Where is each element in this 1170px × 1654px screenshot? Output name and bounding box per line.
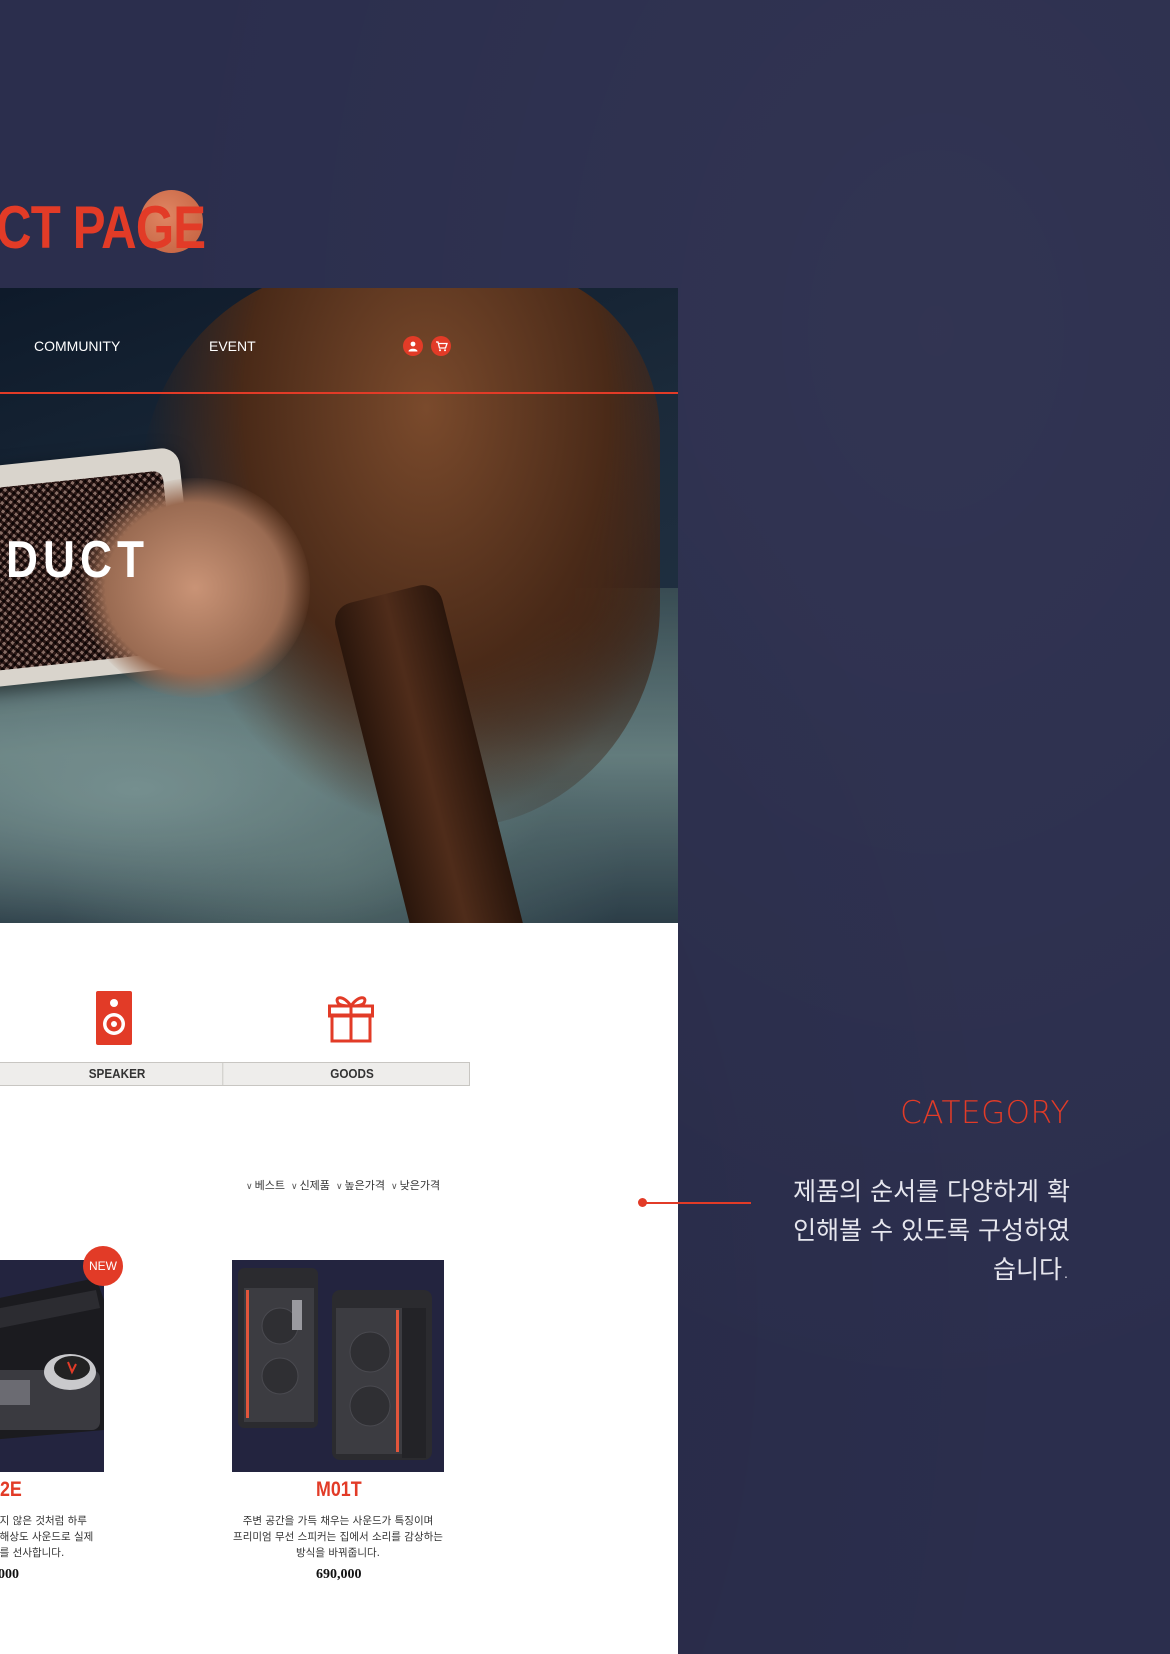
cart-icon[interactable] <box>431 336 451 356</box>
page-title: CT PAGE <box>0 194 206 261</box>
user-glyph <box>408 341 418 352</box>
tab-speaker[interactable]: SPEAKER <box>12 1063 224 1085</box>
page-mockup: DUCT COMMUNITY EVENT SPEAKER GOODS ∨ 베스트… <box>0 288 678 1654</box>
nav-item-community[interactable]: COMMUNITY <box>34 338 120 354</box>
description-line: 리를 선사합니다. <box>0 1547 65 1559</box>
annotation-line: 인해볼 수 있도록 구성하였 <box>793 1216 1070 1245</box>
description-line: 고해상도 사운드로 실제 <box>0 1531 94 1543</box>
description-line: 프리미엄 무선 스피커는 집에서 소리를 감상하는 <box>233 1531 443 1543</box>
annotation-title: CATEGORY <box>900 1095 1070 1131</box>
sort-new[interactable]: 신제품 <box>291 1177 330 1193</box>
description-line: 듣지 않은 것처럼 하루 <box>0 1515 87 1527</box>
category-tabs: SPEAKER GOODS <box>0 1062 470 1086</box>
product-description: 듣지 않은 것처럼 하루 고해상도 사운드로 실제 리를 선사합니다. <box>0 1513 96 1561</box>
hero-title: DUCT <box>6 531 150 589</box>
product-price: 690,000 <box>316 1567 362 1582</box>
nav-divider <box>0 392 678 394</box>
cart-glyph <box>435 341 448 352</box>
product-name[interactable]: 2E <box>0 1478 22 1502</box>
description-line: 방식을 바꿔줍니다. <box>296 1547 380 1559</box>
annotation-text: 제품의 순서를 다양하게 확 인해볼 수 있도록 구성하였 습니다. <box>760 1172 1070 1289</box>
sort-low-price[interactable]: 낮은가격 <box>391 1177 440 1193</box>
speaker-icon[interactable] <box>96 991 132 1049</box>
sort-best[interactable]: 베스트 <box>246 1177 285 1193</box>
product-description: 주변 공간을 가득 채우는 사운드가 특징이며 프리미엄 무선 스피커는 집에서… <box>232 1513 444 1561</box>
sort-high-price[interactable]: 높은가격 <box>336 1177 385 1193</box>
product-price: 000 <box>0 1567 19 1582</box>
top-navigation: COMMUNITY EVENT <box>0 288 678 394</box>
annotation-pointer-line <box>643 1202 751 1204</box>
annotation-line: 제품의 순서를 다양하게 확 <box>793 1177 1070 1206</box>
annotation-line: 습니다. <box>993 1255 1070 1284</box>
description-line: 주변 공간을 가득 채우는 사운드가 특징이며 <box>242 1515 434 1527</box>
new-badge: NEW <box>83 1246 123 1286</box>
user-icon[interactable] <box>403 336 423 356</box>
sort-options: 베스트 신제품 높은가격 낮은가격 <box>246 1177 441 1193</box>
product-image-earbuds[interactable] <box>0 1260 104 1472</box>
gift-icon[interactable] <box>328 991 374 1047</box>
hero-banner: DUCT COMMUNITY EVENT <box>0 288 678 923</box>
nav-item-event[interactable]: EVENT <box>209 338 256 354</box>
product-name[interactable]: M01T <box>316 1478 362 1502</box>
product-image-speakers[interactable] <box>232 1260 444 1472</box>
tab-goods[interactable]: GOODS <box>247 1063 458 1085</box>
